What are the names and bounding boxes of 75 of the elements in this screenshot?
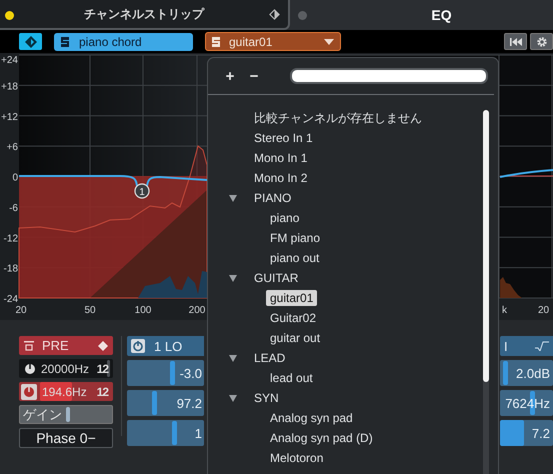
channel-item[interactable]: 比較チャンネルが存在しません — [250, 108, 426, 128]
channel-item[interactable]: piano out — [266, 250, 324, 266]
expand-triangle-icon[interactable] — [229, 394, 237, 402]
channel-item[interactable]: FM piano — [266, 230, 324, 246]
folder-item[interactable]: SYN — [250, 390, 283, 406]
spectrum-area — [500, 277, 522, 298]
parameter-slider[interactable]: 2.0dB — [500, 360, 553, 386]
axis-label: -18 — [4, 264, 18, 275]
panel-title: EQ — [431, 7, 452, 23]
remove-button[interactable]: − — [248, 68, 260, 84]
folder-item[interactable]: PIANO — [250, 190, 296, 206]
channel-item[interactable]: guitar out — [266, 330, 324, 346]
panel-title: チャンネルストリップ — [84, 6, 204, 22]
filter-shape-icon[interactable] — [535, 341, 549, 351]
spectrum-area — [138, 271, 207, 298]
parameter-slider[interactable]: 7624Hz — [500, 390, 553, 416]
channel-field[interactable]: piano chord — [54, 32, 193, 50]
diamond-icon[interactable] — [269, 9, 280, 20]
channel-item[interactable]: Analog syn pad (D) — [266, 430, 377, 446]
low-cut-slider[interactable]: 194.6Hz 12 — [19, 382, 113, 401]
diamond-icon — [98, 340, 108, 350]
power-icon[interactable] — [24, 362, 36, 374]
axis-label: -24 — [4, 294, 18, 305]
eq-curve — [500, 169, 553, 178]
axis-label: 20 — [15, 305, 27, 316]
band-header[interactable]: 1 LO — [127, 336, 204, 356]
axis-label: +12 — [1, 112, 18, 123]
link-button[interactable] — [19, 33, 42, 50]
add-button[interactable]: + — [224, 68, 236, 84]
axis-label: -6 — [9, 202, 18, 214]
channel-item[interactable]: Mono In 2 — [250, 170, 312, 186]
axis-label: 20 — [538, 305, 550, 316]
parameter-slider[interactable]: 7.2 — [500, 420, 553, 446]
band-node[interactable]: 1 — [134, 183, 150, 199]
pre-button[interactable]: PRE — [19, 336, 113, 355]
parameter-slider[interactable]: -3.0 — [127, 360, 204, 386]
high-cut-slider[interactable]: 20000Hz 12 — [19, 359, 113, 378]
settings-button[interactable] — [530, 33, 553, 50]
expand-triangle-icon[interactable] — [229, 274, 237, 282]
axis-label: 200 — [188, 305, 206, 316]
band-header: I — [504, 338, 509, 354]
phase-button[interactable]: Phase 0− — [19, 428, 113, 448]
expand-triangle-icon[interactable] — [229, 354, 237, 362]
settings-icon — [536, 36, 548, 48]
axis-label: 50 — [84, 305, 96, 316]
s-icon — [60, 36, 70, 48]
axis-label: k — [502, 305, 507, 316]
caret-icon — [324, 38, 334, 44]
channel-item[interactable]: Mono In 1 — [250, 150, 312, 166]
skip-back-icon — [510, 38, 522, 46]
axis-label: -12 — [4, 233, 18, 244]
axis-label: +24 — [1, 55, 18, 66]
s-icon — [211, 36, 221, 48]
folder-item[interactable]: LEAD — [250, 350, 290, 366]
parameter-slider[interactable]: 1 — [127, 420, 204, 446]
axis-label: +6 — [6, 142, 18, 154]
skip-back-button[interactable] — [504, 33, 527, 50]
channel-item[interactable]: Guitar02 — [266, 310, 320, 326]
channel-item[interactable]: Analog syn pad — [266, 410, 357, 426]
scrollbar[interactable] — [483, 110, 489, 474]
channel-item[interactable]: Melotoron — [266, 450, 328, 466]
expand-triangle-icon[interactable] — [229, 194, 237, 202]
channel-item[interactable]: lead out — [266, 370, 317, 386]
compare-dropdown[interactable]: guitar01 — [205, 32, 341, 51]
parameter-slider[interactable]: 97.2 — [127, 390, 204, 416]
pre-icon — [24, 340, 34, 350]
axis-label: 100 — [134, 305, 152, 316]
gain-slider[interactable]: ゲイン — [19, 405, 113, 424]
channel-item[interactable]: piano — [266, 210, 304, 226]
folder-item[interactable]: GUITAR — [250, 270, 302, 286]
axis-label: +18 — [1, 81, 18, 92]
axis-label: 0 — [12, 172, 18, 184]
channel-item[interactable]: Stereo In 1 — [250, 130, 317, 146]
search-field[interactable] — [290, 68, 488, 84]
channel-item[interactable]: guitar01 — [266, 290, 318, 306]
